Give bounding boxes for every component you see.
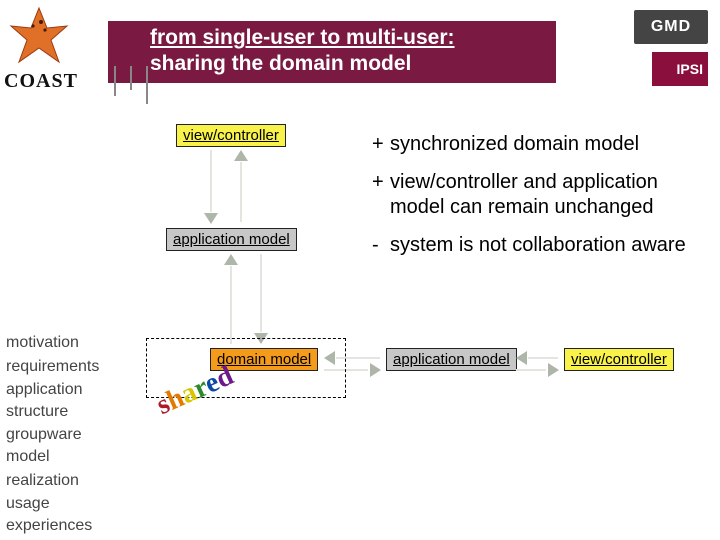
gmd-logo-text: GMD	[651, 18, 691, 36]
arrow-stem	[260, 254, 262, 332]
arrow-right-icon	[370, 363, 381, 377]
nav-item-realization[interactable]: realization	[6, 470, 126, 492]
arrow-stem	[516, 369, 546, 371]
arrow-stem	[240, 162, 242, 222]
nav-item-requirements[interactable]: requirements	[6, 356, 126, 378]
arrow-left-icon	[516, 351, 527, 365]
slide-header: COAST from single-user to multi-user: sh…	[0, 0, 720, 100]
arrow-stem	[230, 266, 232, 344]
gmd-logo: GMD	[634, 10, 708, 44]
arrow-stem	[210, 150, 212, 212]
coast-logo-text: COAST	[4, 70, 78, 93]
outline-nav: motivation requirements application stru…	[6, 332, 126, 538]
slide-title-line1: from single-user to multi-user:	[150, 26, 455, 49]
ipsi-logo-text: IPSI	[677, 61, 703, 77]
ipsi-logo: IPSI	[652, 52, 708, 86]
arrow-up-icon	[224, 254, 238, 265]
box-application-model-left: application model	[166, 228, 297, 251]
box-application-model-right: application model	[386, 348, 517, 371]
slide-title-line2: sharing the domain model	[150, 52, 411, 75]
box-view-controller-right: view/controller	[564, 348, 674, 371]
arrow-up-icon	[234, 150, 248, 161]
arrow-stem	[528, 357, 558, 359]
starfish-logo	[8, 6, 70, 66]
box-view-controller-top: view/controller	[176, 124, 286, 147]
nav-item-motivation[interactable]: motivation	[6, 332, 126, 354]
arrow-right-icon	[548, 363, 559, 377]
arrow-down-icon	[204, 213, 218, 224]
nav-item-usage-experiences[interactable]: usage experiences	[6, 493, 126, 536]
title-decoration	[94, 66, 154, 110]
slide-title: from single-user to multi-user: sharing …	[150, 25, 455, 78]
nav-item-application-structure[interactable]: application structure	[6, 379, 126, 422]
nav-item-groupware-model[interactable]: groupware model	[6, 424, 126, 467]
